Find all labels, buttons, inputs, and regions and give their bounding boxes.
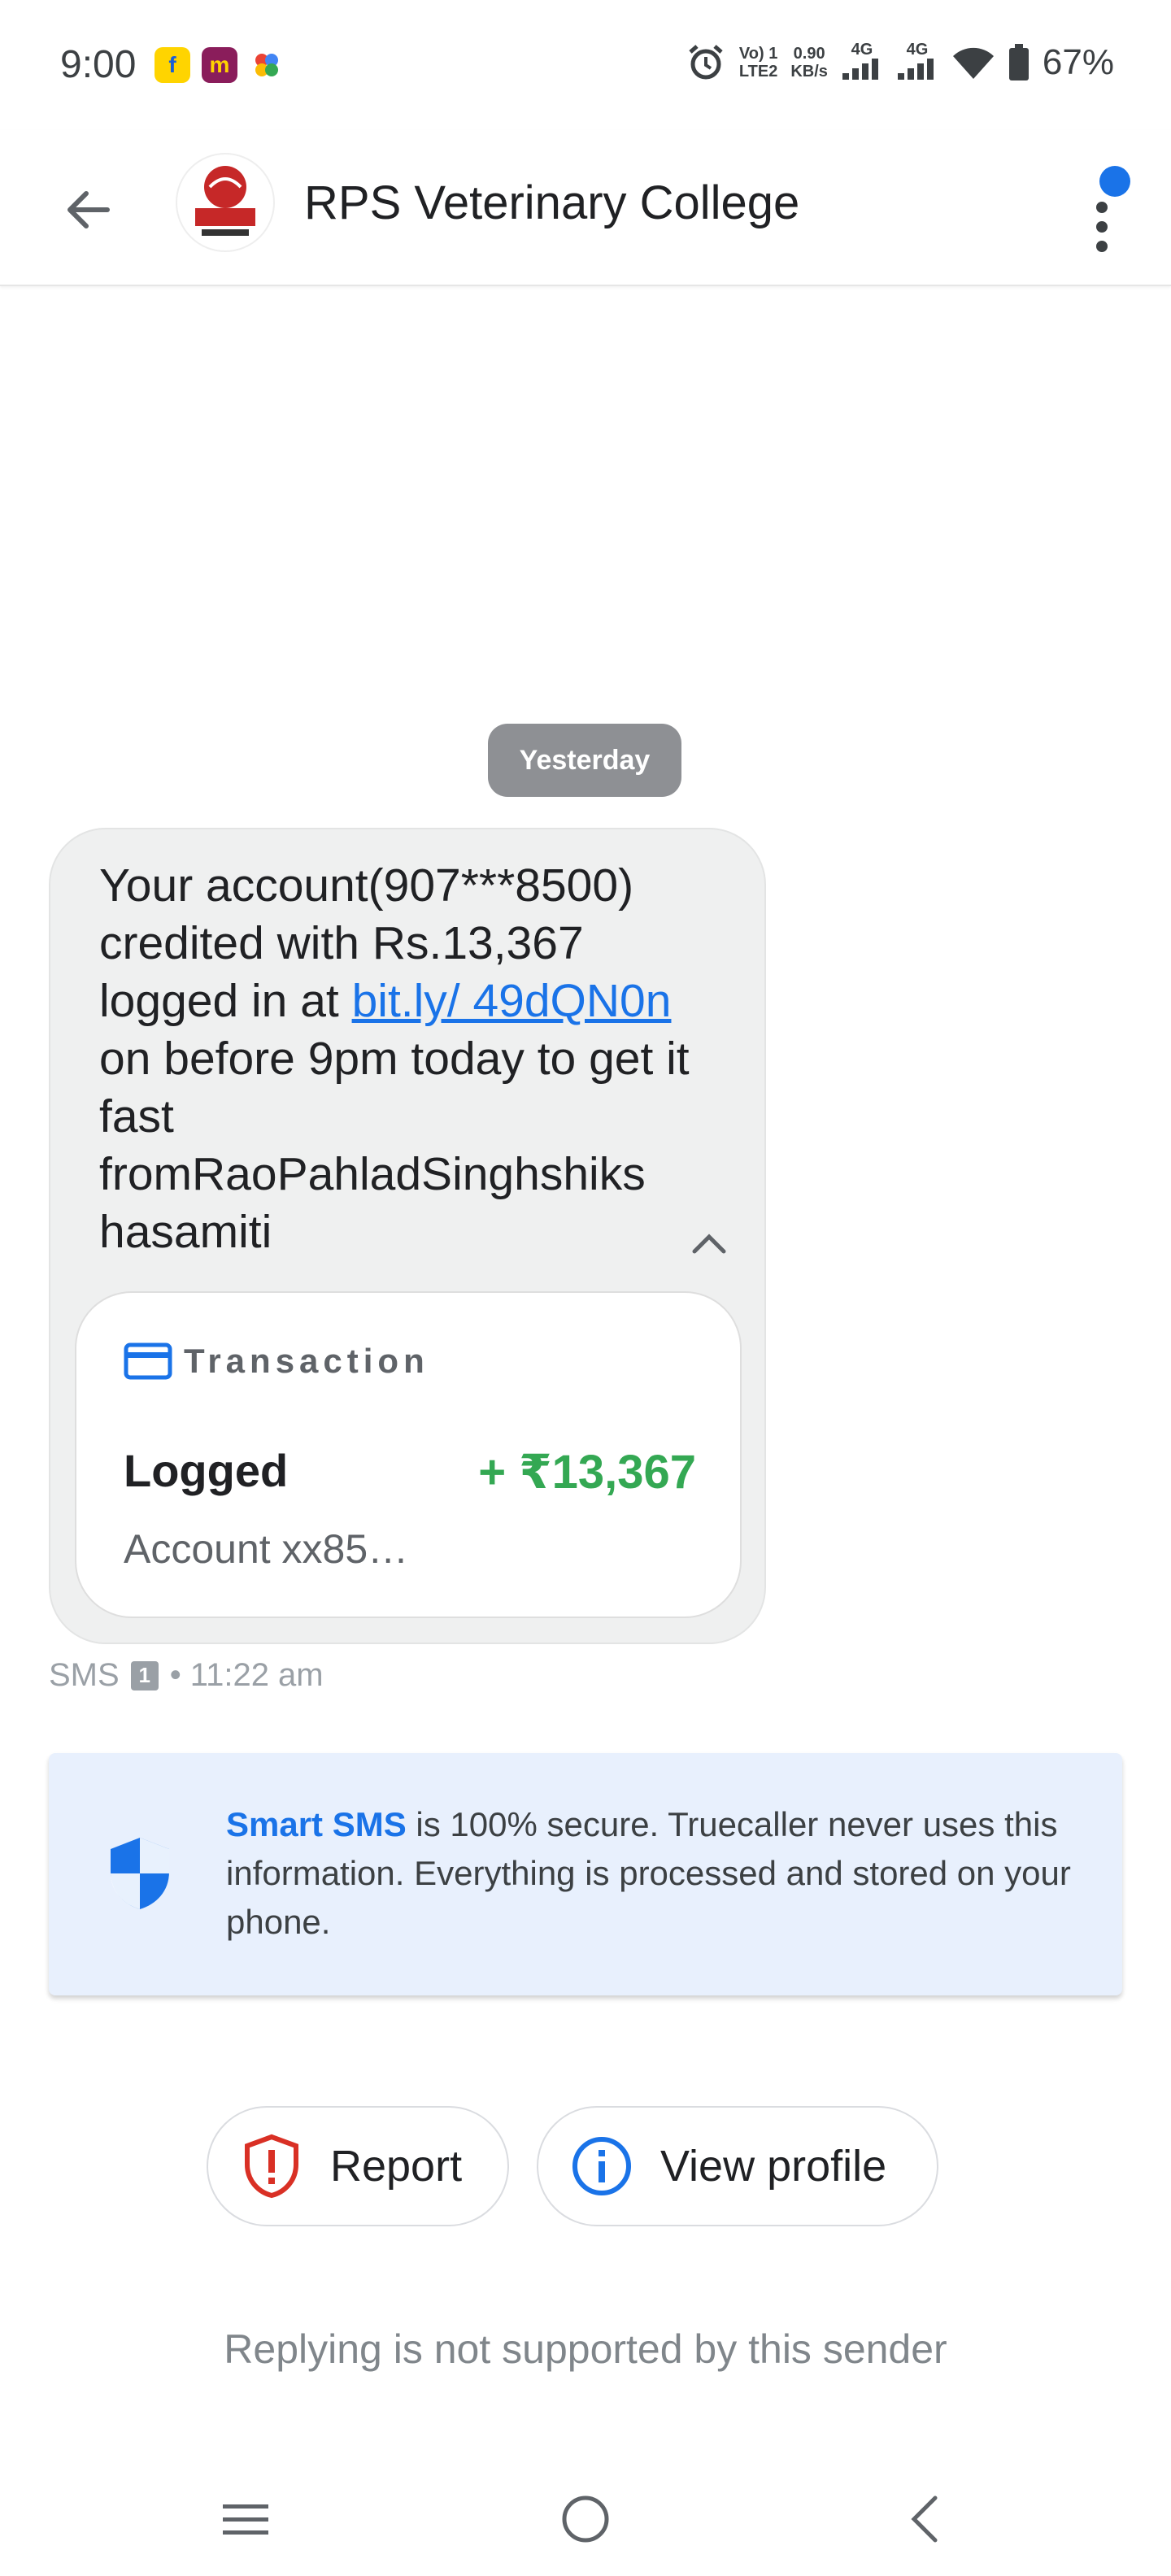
home-button[interactable] — [545, 2478, 626, 2560]
chevron-up-icon — [692, 1234, 726, 1254]
status-time: 9:00 — [60, 43, 137, 86]
reply-not-supported-note: Replying is not supported by this sender — [224, 2326, 947, 2372]
volte-indicator: Vo) 1 LTE2 — [738, 44, 778, 80]
battery-percent: 67% — [1042, 41, 1114, 82]
more-vert-icon-dot — [1096, 221, 1108, 233]
status-bar: 9:00 f m Vo) 1 LTE2 0.90 KB/s 4G 4G 67% — [0, 0, 1171, 130]
home-circle-icon — [562, 2496, 609, 2543]
system-back-button[interactable] — [883, 2478, 964, 2560]
view-profile-button[interactable]: View profile — [537, 2106, 938, 2226]
arrow-left-icon — [67, 191, 110, 228]
transaction-heading: Transaction — [184, 1342, 429, 1380]
conversation-header: RPS Veterinary College — [0, 130, 1171, 286]
sender-avatar[interactable] — [176, 153, 275, 252]
myntra-icon: m — [202, 47, 237, 83]
transaction-account: Account xx85… — [124, 1526, 409, 1572]
chevron-left-icon — [911, 2496, 938, 2543]
rps-logo — [195, 166, 255, 236]
collapse-button[interactable] — [677, 1212, 742, 1277]
message-time: • 11:22 am — [169, 1657, 324, 1693]
date-separator: Yesterday — [488, 724, 681, 797]
report-label: Report — [330, 2142, 463, 2191]
alarm-icon — [689, 44, 723, 79]
system-indicators: Vo) 1 LTE2 0.90 KB/s 4G 4G 67% — [686, 41, 1114, 84]
report-button[interactable]: Report — [207, 2106, 509, 2226]
pinwheel-icon — [249, 47, 285, 83]
battery-icon — [1008, 43, 1029, 80]
transaction-card[interactable]: Transaction Logged + ₹13,367 Account xx8… — [75, 1291, 742, 1618]
back-button[interactable] — [49, 171, 127, 249]
smart-sms-text: Smart SMS is 100% secure. Truecaller nev… — [226, 1805, 1071, 1941]
more-options-button[interactable] — [1072, 163, 1137, 252]
notification-icons: f m — [155, 47, 285, 83]
smart-sms-info-card: Smart SMS is 100% secure. Truecaller nev… — [49, 1753, 1122, 1995]
transaction-header: Transaction — [124, 1342, 429, 1381]
recents-button[interactable] — [205, 2478, 286, 2560]
info-icon — [569, 2134, 634, 2199]
view-profile-label: View profile — [660, 2142, 887, 2191]
wifi-icon — [952, 47, 994, 79]
smart-sms-brand: Smart SMS — [226, 1805, 407, 1843]
message-bubble[interactable]: Your account(907***8500) credited with R… — [49, 828, 766, 1644]
more-vert-icon — [1096, 202, 1108, 213]
report-shield-icon — [239, 2134, 304, 2199]
sender-name[interactable]: RPS Veterinary College — [304, 176, 799, 230]
message-meta: SMS 1 • 11:22 am — [49, 1657, 324, 1694]
shield-icon — [111, 1838, 169, 1909]
more-vert-icon-dot — [1096, 241, 1108, 252]
network-speed: 0.90 KB/s — [790, 44, 828, 80]
menu-icon — [223, 2504, 268, 2535]
transaction-amount: + ₹13,367 — [478, 1446, 696, 1499]
system-nav-bar — [0, 2462, 1171, 2576]
transaction-status: Logged — [124, 1445, 289, 1496]
signal-1-icon: 4G — [841, 41, 883, 84]
flipkart-icon: f — [155, 47, 190, 83]
sim-icon: 1 — [130, 1660, 159, 1690]
signal-2-icon: 4G — [896, 41, 938, 84]
message-text: Your account(907***8500) credited with R… — [99, 859, 690, 1258]
credit-card-icon — [124, 1342, 172, 1380]
notification-badge — [1099, 166, 1130, 197]
message-type: SMS — [49, 1657, 120, 1693]
message-link[interactable]: bit.ly/ 49dQN0n — [352, 975, 672, 1027]
